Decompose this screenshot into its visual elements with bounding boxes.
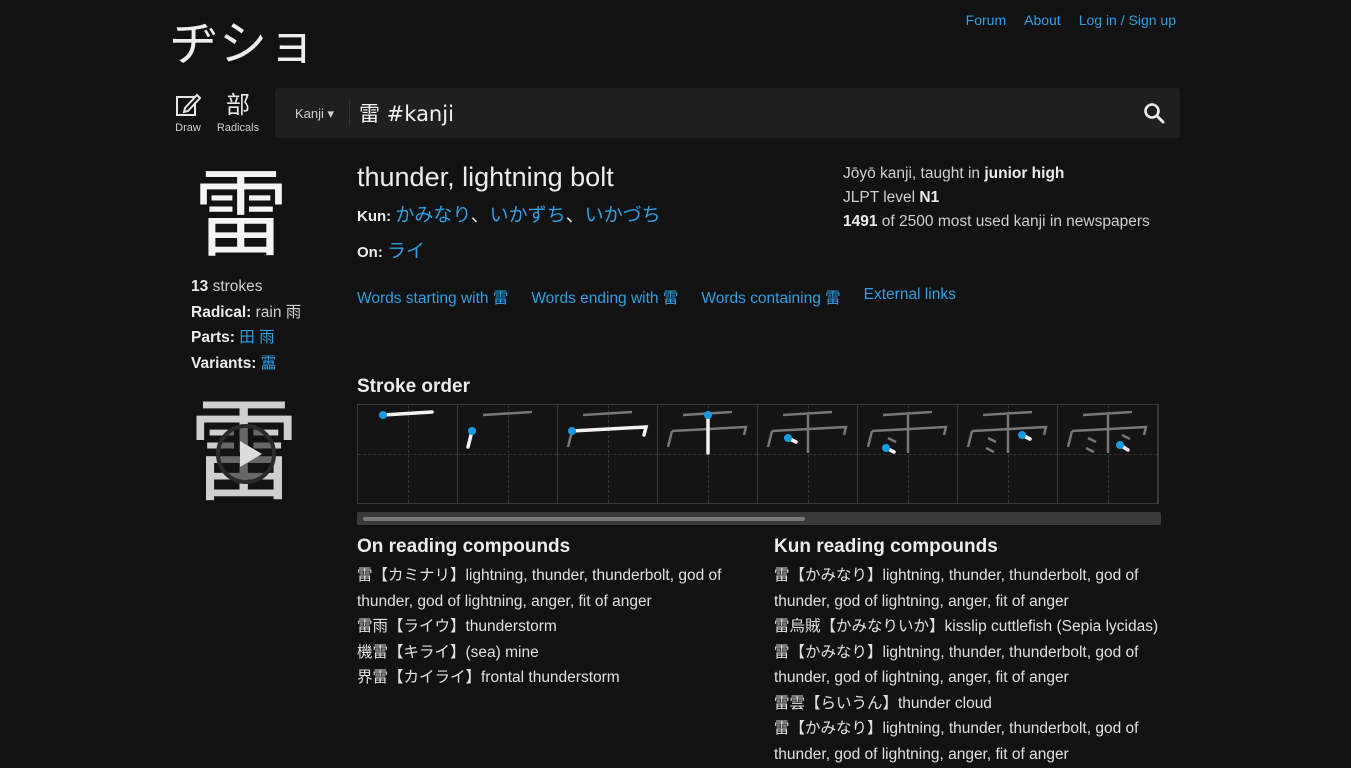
stroke-count-value: 13: [191, 278, 209, 295]
on-reading-row: On: ライ: [357, 236, 425, 263]
radical-value: rain 雨: [255, 303, 302, 321]
frequency-rank: 1491: [843, 213, 878, 230]
jlpt-info: JLPT level N1: [843, 186, 1150, 210]
on-reading-compounds: On reading compounds 雷【カミナリ】lightning, t…: [357, 536, 757, 691]
reading-separator: 、: [470, 205, 490, 226]
jlpt-prefix: JLPT level: [843, 189, 916, 206]
joyo-prefix: Jōyō kanji, taught in: [843, 165, 981, 182]
radical-row: Radical: rain 雨: [191, 300, 301, 326]
word-links: Words starting with 雷 Words ending with …: [357, 286, 956, 308]
kun-reading-compounds: Kun reading compounds 雷【かみなり】lightning, …: [774, 536, 1164, 767]
compound-item: 雷【かみなり】lightning, thunder, thunderbolt, …: [774, 720, 1139, 763]
compound-item: 雷雲【らいうん】thunder cloud: [774, 694, 992, 712]
stroke-step: [358, 405, 458, 503]
radical-label: Radical:: [191, 303, 252, 321]
on-compounds-title: On reading compounds: [357, 536, 571, 557]
site-logo[interactable]: ヂショ: [170, 16, 317, 72]
draw-label: Draw: [175, 122, 201, 134]
variant-link[interactable]: 靁: [261, 355, 277, 372]
compound-item: 雷【カミナリ】lightning, thunder, thunderbolt, …: [357, 567, 722, 610]
radicals-button[interactable]: 部 Radicals: [216, 92, 260, 134]
joyo-grade: junior high: [984, 165, 1065, 182]
kun-reading-link[interactable]: いかづち: [585, 205, 661, 226]
compound-item: 雷【かみなり】lightning, thunder, thunderbolt, …: [774, 567, 1139, 610]
kun-reading-link[interactable]: いかずち: [490, 205, 566, 226]
kanji-meta: 13 strokes Radical: rain 雨 Parts: 田 雨 Va…: [191, 274, 301, 376]
variants-label: Variants:: [191, 354, 257, 372]
part-link[interactable]: 田: [239, 329, 255, 346]
words-ending-link[interactable]: Words ending with 雷: [531, 286, 678, 308]
top-nav: Forum About Log in / Sign up: [966, 12, 1176, 28]
stroke-order-scrollbar[interactable]: [357, 512, 1161, 525]
stroke-order-diagram[interactable]: [357, 404, 1159, 504]
stroke-order-title: Stroke order: [357, 376, 470, 397]
search-input[interactable]: [359, 96, 1119, 130]
stroke-animation[interactable]: 雷: [188, 390, 304, 516]
variants-row: Variants: 靁: [191, 351, 301, 377]
search-button[interactable]: [1142, 101, 1166, 125]
jlpt-level: N1: [919, 189, 940, 206]
compound-item: 雷雨【ライウ】thunderstorm: [357, 618, 557, 635]
on-label: On:: [357, 244, 383, 261]
parts-label: Parts:: [191, 329, 235, 346]
play-icon[interactable]: [216, 424, 276, 484]
joyo-info: Jōyō kanji, taught in junior high: [843, 162, 1150, 186]
login-signup-link[interactable]: Log in / Sign up: [1079, 12, 1176, 28]
stroke-count-label: strokes: [212, 278, 263, 295]
stroke-step: [458, 405, 558, 503]
about-link[interactable]: About: [1024, 12, 1061, 28]
frequency-suffix: of 2500 most used kanji in newspapers: [881, 213, 1150, 230]
external-links-link[interactable]: External links: [864, 286, 956, 308]
compound-item: 雷烏賊【かみなりいか】kisslip cuttlefish (Sepia lyc…: [774, 618, 1159, 635]
stroke-step: [1058, 405, 1158, 503]
stroke-step: [858, 405, 958, 503]
kun-reading-link[interactable]: かみなり: [395, 205, 470, 226]
kanji-character: 雷: [193, 159, 289, 271]
search-bar: Kanji ▾: [275, 88, 1180, 138]
compound-item: 雷【かみなり】lightning, thunder, thunderbolt, …: [774, 643, 1139, 687]
compound-item: 機雷【キライ】(sea) mine: [357, 643, 539, 661]
part-link[interactable]: 雨: [259, 329, 275, 346]
reading-separator: 、: [565, 205, 585, 226]
scrollbar-thumb[interactable]: [363, 517, 805, 521]
radicals-icon: 部: [226, 92, 250, 119]
search-mode-dropdown[interactable]: Kanji ▾: [295, 106, 334, 122]
words-containing-link[interactable]: Words containing 雷: [701, 286, 840, 308]
forum-link[interactable]: Forum: [966, 12, 1006, 28]
kun-compounds-title: Kun reading compounds: [774, 536, 998, 557]
kun-reading-row: Kun: かみなり、いかずち、いかづち: [357, 200, 661, 227]
stroke-step: [658, 405, 758, 503]
stroke-step: [958, 405, 1058, 503]
kanji-meaning: thunder, lightning bolt: [357, 162, 614, 192]
on-reading-link[interactable]: ライ: [387, 241, 425, 262]
draw-button[interactable]: Draw: [173, 92, 203, 134]
search-icon: [1144, 103, 1165, 124]
radicals-label: Radicals: [216, 122, 260, 134]
search-divider: [349, 100, 350, 126]
stroke-count: 13 strokes: [191, 274, 301, 300]
pencil-icon: [173, 92, 203, 122]
kun-label: Kun:: [357, 208, 392, 225]
parts-row: Parts: 田 雨: [191, 325, 301, 351]
kanji-info: Jōyō kanji, taught in junior high JLPT l…: [843, 162, 1150, 234]
words-starting-link[interactable]: Words starting with 雷: [357, 286, 508, 308]
stroke-step: [758, 405, 858, 503]
stroke-step: [558, 405, 658, 503]
compound-item: 界雷【カイライ】frontal thunderstorm: [357, 669, 620, 686]
frequency-info: 1491 of 2500 most used kanji in newspape…: [843, 210, 1150, 234]
